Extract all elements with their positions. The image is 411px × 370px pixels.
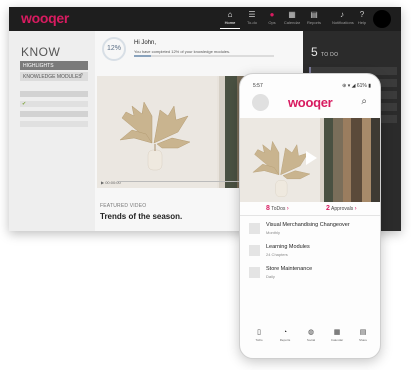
approvals-stat[interactable]: 2 Approvals › [326, 205, 357, 212]
phone-logo: wooqer [288, 95, 333, 110]
help-icon: ? [359, 10, 365, 19]
nav-ops[interactable]: ● Ops [262, 9, 282, 26]
nav-reports[interactable]: ▤ Reports [304, 9, 324, 26]
arrow-right-icon: › [286, 206, 289, 212]
dried-palm-image [119, 101, 191, 171]
bottom-nav-calendar[interactable]: ▦ Calendar [327, 328, 347, 343]
phone-status-bar: 5:57 ⊕ ▾ ◢ 61% ▮ [240, 74, 380, 89]
item-thumbnail [249, 267, 260, 278]
dried-palm-image [252, 140, 311, 197]
featured-label: FEATURED VIDEO [100, 203, 147, 209]
search-icon[interactable]: ⌕ [80, 72, 83, 79]
list-item[interactable] [20, 121, 88, 127]
tab-knowledge-modules[interactable]: KNOWLEDGE MODULES [20, 72, 88, 81]
list-item[interactable] [20, 101, 88, 107]
bottom-nav-social[interactable]: ◍ Social [301, 328, 321, 343]
play-icon[interactable] [306, 151, 317, 165]
list-item[interactable] [20, 111, 88, 117]
calendar-icon: ▦ [288, 10, 296, 19]
nav-todo[interactable]: ☰ To-do [242, 9, 262, 26]
know-title: KNOW [21, 45, 61, 59]
list-item[interactable]: Learning Modules 24 Chapters [249, 243, 373, 265]
todo-count: 5 TO DO [311, 45, 339, 59]
nav-notifications[interactable]: ♪ Notifications [332, 9, 354, 26]
status-icons: ⊕ ▾ ◢ 61% ▮ [342, 83, 371, 89]
progress-bar-fill [134, 55, 151, 57]
nav-help[interactable]: ? Help [352, 9, 372, 26]
list-icon: ☰ [248, 10, 256, 19]
check-icon: ✔ [22, 101, 27, 107]
list-item[interactable]: Store Maintenance Daily [249, 265, 373, 287]
alert-icon: ● [269, 10, 275, 19]
greeting: Hi John, [134, 40, 157, 46]
desktop-topbar: wooqer ⌂ Home ☰ To-do ● Ops ▦ Calendar ▤… [9, 7, 401, 31]
share-icon: ▤ [359, 329, 367, 336]
list-item[interactable]: Visual Merchandising Changeover Monthly [249, 221, 373, 243]
bottom-nav-todo[interactable]: ▯ ToDo [249, 328, 269, 343]
know-sidebar: KNOW HIGHLIGHTS KNOWLEDGE MODULES ⌕ ✔ [9, 31, 95, 231]
phone-bottom-nav: ▯ ToDo ◔ Reports ◍ Social ▦ Calendar ▤ S… [240, 328, 380, 348]
arrow-right-icon: › [354, 206, 357, 212]
pie-chart-icon: ◔ [282, 329, 288, 336]
nav-calendar[interactable]: ▦ Calendar [282, 9, 302, 26]
phone-featured-video[interactable] [240, 118, 380, 202]
home-icon: ⌂ [227, 10, 233, 19]
bell-icon: ♪ [340, 10, 344, 19]
phone-frame: 5:57 ⊕ ▾ ◢ 61% ▮ wooqer ⌕ 8 ToDos › 2 Ap… [239, 73, 381, 359]
nav-home[interactable]: ⌂ Home [220, 9, 240, 29]
document-icon: ▯ [257, 329, 261, 336]
progress-bar [134, 55, 274, 57]
bottom-nav-share[interactable]: ▤ Share [353, 328, 373, 343]
search-icon[interactable]: ⌕ [361, 96, 367, 107]
progress-text: You have completed 12% of your knowledge… [134, 49, 231, 54]
calendar-icon: ▦ [333, 329, 341, 336]
item-thumbnail [249, 245, 260, 256]
chat-icon: ◍ [307, 329, 315, 336]
featured-title[interactable]: Trends of the season. [100, 212, 182, 221]
desktop-logo: wooqer [21, 10, 69, 26]
status-time: 5:57 [253, 83, 263, 89]
avatar[interactable] [252, 94, 269, 111]
list-item[interactable] [20, 91, 88, 97]
phone-stats-bar: 8 ToDos › 2 Approvals › [240, 202, 380, 216]
item-thumbnail [249, 223, 260, 234]
progress-ring: 12% [102, 37, 126, 61]
reports-icon: ▤ [310, 10, 318, 19]
clothing-rack-image [320, 118, 380, 202]
tab-highlights[interactable]: HIGHLIGHTS [20, 61, 88, 70]
avatar[interactable] [373, 10, 391, 28]
bottom-nav-reports[interactable]: ◔ Reports [275, 328, 295, 343]
todos-stat[interactable]: 8 ToDos › [266, 205, 289, 212]
todo-label: TO DO [321, 52, 339, 58]
